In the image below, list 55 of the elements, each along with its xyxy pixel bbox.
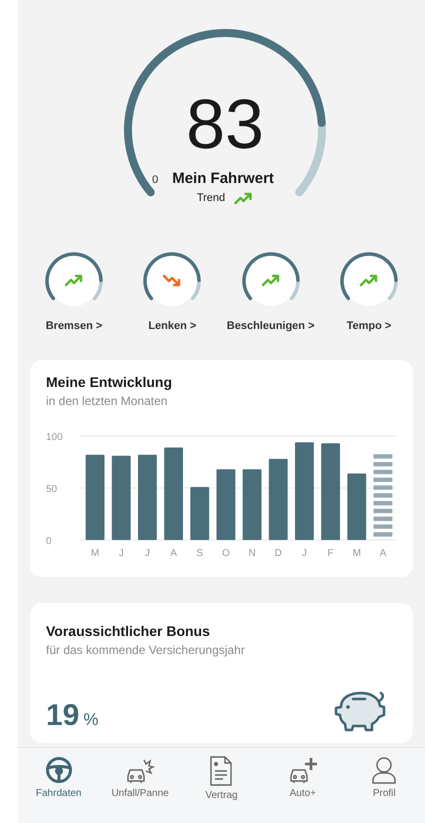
x-tick-label: J xyxy=(302,548,307,559)
x-tick-label: F xyxy=(328,548,334,559)
person-icon xyxy=(371,756,398,784)
gauge-background xyxy=(344,256,394,306)
gauge-background xyxy=(246,256,296,306)
y-tick-label: 50 xyxy=(46,484,58,495)
mini-gauge-arc xyxy=(340,252,398,300)
trend-up-icon xyxy=(233,190,254,206)
card-title: Voraussichtlicher Bonus xyxy=(46,623,211,639)
tab[interactable]: Profil xyxy=(345,756,424,799)
bar xyxy=(242,469,262,540)
steering-wheel-icon xyxy=(44,756,73,784)
category-link[interactable]: Bremsen > xyxy=(46,320,102,332)
card-title: Meine Entwicklung xyxy=(46,374,174,390)
y-tick-label: 0 xyxy=(46,536,52,547)
category-link[interactable]: Beschleunigen > xyxy=(226,320,315,332)
x-tick-label: N xyxy=(248,548,256,559)
trend-down-icon xyxy=(163,274,181,286)
score-value: 83 xyxy=(186,84,264,164)
trend-label: Trend xyxy=(196,192,226,204)
car-plus-icon xyxy=(288,756,318,784)
card-subtitle: für das kommende Versicherungsjahr xyxy=(46,643,246,657)
trend-up-icon xyxy=(360,274,378,286)
y-tick-label: 100 xyxy=(46,432,63,443)
mini-gauge-arc xyxy=(144,252,202,300)
bar xyxy=(216,469,236,540)
category-link[interactable]: Tempo > xyxy=(346,320,392,332)
x-tick-label: D xyxy=(274,548,282,559)
x-tick-label: O xyxy=(222,548,230,559)
tab[interactable]: Auto+ xyxy=(264,756,342,799)
document-icon xyxy=(209,756,234,786)
mini-gauge-arc xyxy=(45,252,103,300)
x-tick-label: S xyxy=(196,548,204,559)
trend-up-icon xyxy=(64,274,82,286)
tab[interactable]: Fahrdaten xyxy=(20,756,98,799)
trend-up-icon xyxy=(261,274,279,286)
gauge-background xyxy=(147,256,198,306)
x-tick-label: M xyxy=(352,548,361,559)
x-tick-label: A xyxy=(380,548,386,559)
x-tick-label: J xyxy=(144,548,150,559)
bonus-unit: % xyxy=(83,710,98,730)
x-tick-label: A xyxy=(170,548,177,559)
category-link[interactable]: Lenken > xyxy=(148,320,196,332)
bar xyxy=(190,486,210,540)
tab[interactable]: Vertrag xyxy=(182,756,260,801)
tab[interactable]: Unfall/Panne xyxy=(101,756,180,799)
x-tick-label: M xyxy=(90,548,100,559)
score-title: Mein Fahrwert xyxy=(172,170,274,187)
bonus-value: 19 xyxy=(46,699,80,733)
scale-min-label: 0 xyxy=(152,174,158,186)
x-tick-label: J xyxy=(118,548,124,559)
mini-gauge-arc xyxy=(242,252,300,300)
bar xyxy=(347,473,366,540)
gauge-background xyxy=(49,256,99,306)
card-subtitle: in den letzten Monaten xyxy=(46,394,168,408)
